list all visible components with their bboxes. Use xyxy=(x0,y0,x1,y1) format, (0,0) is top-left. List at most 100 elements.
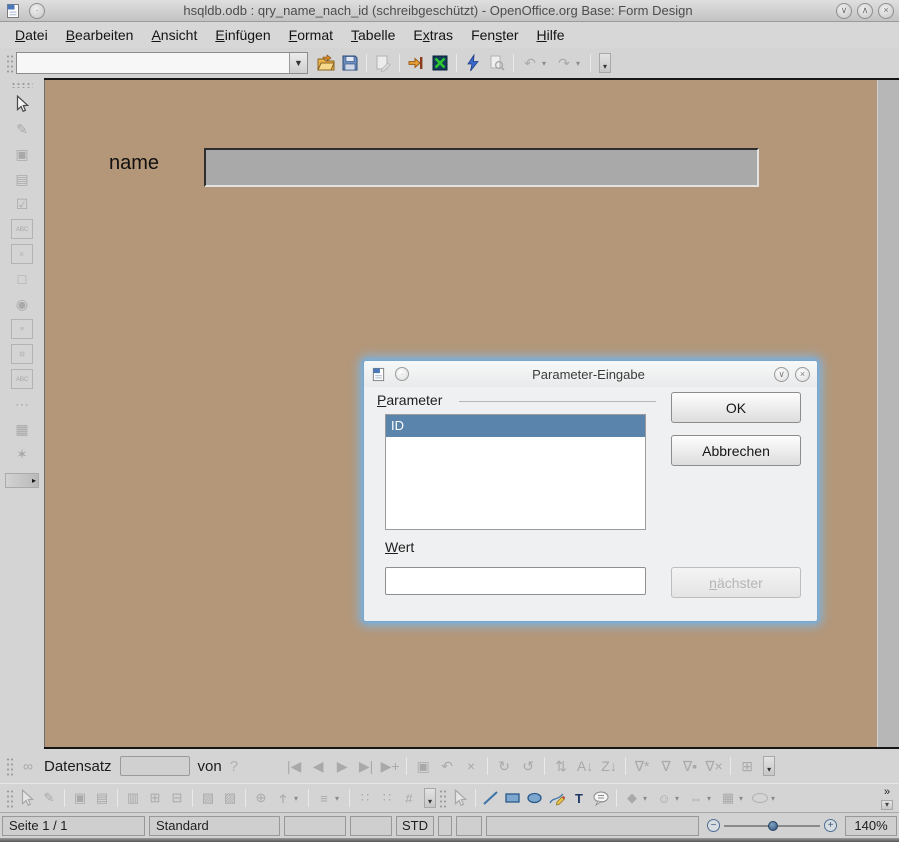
helplines-while-moving-icon[interactable]: # xyxy=(398,788,420,808)
line-icon[interactable] xyxy=(480,788,502,808)
alignment-dropdown-icon[interactable]: ▾ xyxy=(335,794,345,803)
data-to-spreadsheet-icon[interactable] xyxy=(428,52,452,74)
drawing-select-icon[interactable] xyxy=(449,788,471,808)
combo-box-icon[interactable]: ⊟ xyxy=(11,344,33,364)
callout-shapes-icon[interactable] xyxy=(749,788,771,808)
flowchart-dropdown-icon[interactable]: ▾ xyxy=(739,794,749,803)
menu-item-format[interactable]: Format xyxy=(280,24,342,46)
find-record-icon[interactable] xyxy=(485,52,509,74)
basic-shapes-icon[interactable]: ◆ xyxy=(621,788,643,808)
previous-record-icon[interactable]: ◀ xyxy=(306,755,330,777)
dialog-rollup-button[interactable]: ∨ xyxy=(774,367,789,382)
load-url-input[interactable] xyxy=(17,53,289,73)
more-toolbar-chevron-dropdown[interactable]: ▾ xyxy=(881,800,893,810)
zoom-value-cell[interactable]: 140% xyxy=(845,816,897,836)
standard-toolbar-grip[interactable] xyxy=(6,53,13,73)
add-table-icon[interactable]: ⊞ xyxy=(144,788,166,808)
form-icon[interactable]: ▤ xyxy=(91,788,113,808)
apply-filter-icon[interactable]: ∇ xyxy=(654,755,678,777)
freeform-line-icon[interactable] xyxy=(546,788,568,808)
more-controls-icon[interactable]: ⋯ xyxy=(10,394,34,414)
undo-dropdown-icon[interactable]: ▾ xyxy=(542,59,552,68)
form-navigation-grip[interactable] xyxy=(6,756,13,776)
absolute-record-input[interactable] xyxy=(120,756,190,776)
new-record-icon[interactable]: ▶+ xyxy=(378,755,402,777)
form-label-control[interactable]: name xyxy=(109,152,159,175)
symbol-shapes-dropdown-icon[interactable]: ▾ xyxy=(675,794,685,803)
rectangle-icon[interactable] xyxy=(502,788,524,808)
flowchart-icon[interactable]: ▦ xyxy=(717,788,739,808)
text-icon[interactable]: T xyxy=(568,788,590,808)
design-select-icon[interactable] xyxy=(16,788,38,808)
menu-item-tabelle[interactable]: Tabelle xyxy=(342,24,404,46)
design-toolbar-options-button[interactable]: ▾ xyxy=(424,788,436,808)
add-field-icon[interactable]: ⊟ xyxy=(166,788,188,808)
sort-descending-icon[interactable]: Z↓ xyxy=(597,755,621,777)
menu-item-extras[interactable]: Extras xyxy=(404,24,462,46)
menu-item-bearbeiten[interactable]: Bearbeiten xyxy=(57,24,143,46)
position-and-size-icon[interactable]: ⊕ xyxy=(250,788,272,808)
open-in-design-mode-icon[interactable]: ▧ xyxy=(197,788,219,808)
next-button[interactable]: nächster xyxy=(671,567,801,598)
form-text-field-control[interactable] xyxy=(204,148,759,187)
minimize-button[interactable]: ∨ xyxy=(836,3,852,19)
form-controls-grip[interactable] xyxy=(11,81,33,88)
form-design-tools-icon[interactable]: ▦ xyxy=(10,419,34,439)
status-slot-c[interactable] xyxy=(438,816,452,836)
redo-dropdown-icon[interactable]: ▾ xyxy=(576,59,586,68)
parameter-listbox[interactable]: ID xyxy=(385,414,646,530)
undo-icon[interactable]: ↶ xyxy=(518,52,542,74)
insert-mode-cell[interactable]: STD xyxy=(396,816,434,836)
status-slot-e[interactable] xyxy=(486,816,699,836)
zoom-slider-thumb[interactable] xyxy=(768,821,778,831)
page-indicator-cell[interactable]: Seite 1 / 1 xyxy=(2,816,145,836)
reset-filter-icon[interactable]: ∇× xyxy=(702,755,726,777)
ellipse-icon[interactable] xyxy=(524,788,546,808)
zoom-slider[interactable]: −+ xyxy=(703,816,841,836)
zoom-out-button[interactable]: − xyxy=(707,819,720,832)
design-toolbar-grip[interactable] xyxy=(6,788,13,808)
anchor-dropdown-icon[interactable]: ▾ xyxy=(294,794,304,803)
form-controls-overflow-button[interactable]: ▸ xyxy=(5,473,39,488)
check-box-icon[interactable]: ☑ xyxy=(10,194,34,214)
save-document-icon[interactable] xyxy=(338,52,362,74)
find-record-binoculars-icon[interactable]: ∞ xyxy=(16,755,40,777)
record-toolbar-options-button[interactable]: ▾ xyxy=(763,756,775,776)
form-properties-icon[interactable]: ▤ xyxy=(10,169,34,189)
design-mode-onoff-icon[interactable]: ✎ xyxy=(38,788,60,808)
refresh-icon[interactable]: ↻ xyxy=(492,755,516,777)
form-based-filter-icon[interactable]: ∇▪ xyxy=(678,755,702,777)
open-document-icon[interactable] xyxy=(314,52,338,74)
save-record-icon[interactable]: ▣ xyxy=(411,755,435,777)
block-arrows-dropdown-icon[interactable]: ▾ xyxy=(707,794,717,803)
wizards-on-off-icon[interactable]: ✶ xyxy=(10,444,34,464)
run-query-icon[interactable] xyxy=(461,52,485,74)
window-pin-button[interactable]: · xyxy=(29,3,45,19)
group-box-icon[interactable]: □ xyxy=(10,269,34,289)
automatic-control-focus-icon[interactable]: ▨ xyxy=(219,788,241,808)
label-field-icon[interactable]: ABC xyxy=(11,369,33,389)
status-slot-b[interactable] xyxy=(350,816,392,836)
status-slot-d[interactable] xyxy=(456,816,482,836)
callout-shapes-dropdown-icon[interactable]: ▾ xyxy=(771,794,781,803)
delete-record-icon[interactable]: × xyxy=(459,755,483,777)
undo-data-entry-icon[interactable]: ↶ xyxy=(435,755,459,777)
more-toolbar-chevron[interactable]: »▾ xyxy=(881,787,896,810)
sort-ascending-icon[interactable]: A↓ xyxy=(573,755,597,777)
symbol-shapes-icon[interactable]: ☺ xyxy=(653,788,675,808)
redo-icon[interactable]: ↷ xyxy=(552,52,576,74)
data-source-as-table-icon[interactable]: ⊞ xyxy=(735,755,759,777)
display-grid-icon[interactable]: ∷ xyxy=(354,788,376,808)
close-button[interactable]: × xyxy=(878,3,894,19)
block-arrows-icon[interactable]: ⇔ xyxy=(685,788,707,808)
list-box-icon[interactable]: ≡ xyxy=(11,319,33,339)
menu-item-hilfe[interactable]: Hilfe xyxy=(528,24,574,46)
control-properties-icon[interactable]: ▣ xyxy=(10,144,34,164)
maximize-button[interactable]: ∧ xyxy=(857,3,873,19)
parameter-list-item[interactable]: ID xyxy=(386,415,645,437)
edit-file-icon[interactable] xyxy=(371,52,395,74)
menu-item-datei[interactable]: Datei xyxy=(6,24,57,46)
load-url-dropdown[interactable]: ▼ xyxy=(289,53,307,73)
formatted-field-icon[interactable]: #. xyxy=(11,244,33,264)
standard-toolbar-options-button[interactable]: ▾ xyxy=(599,53,611,73)
